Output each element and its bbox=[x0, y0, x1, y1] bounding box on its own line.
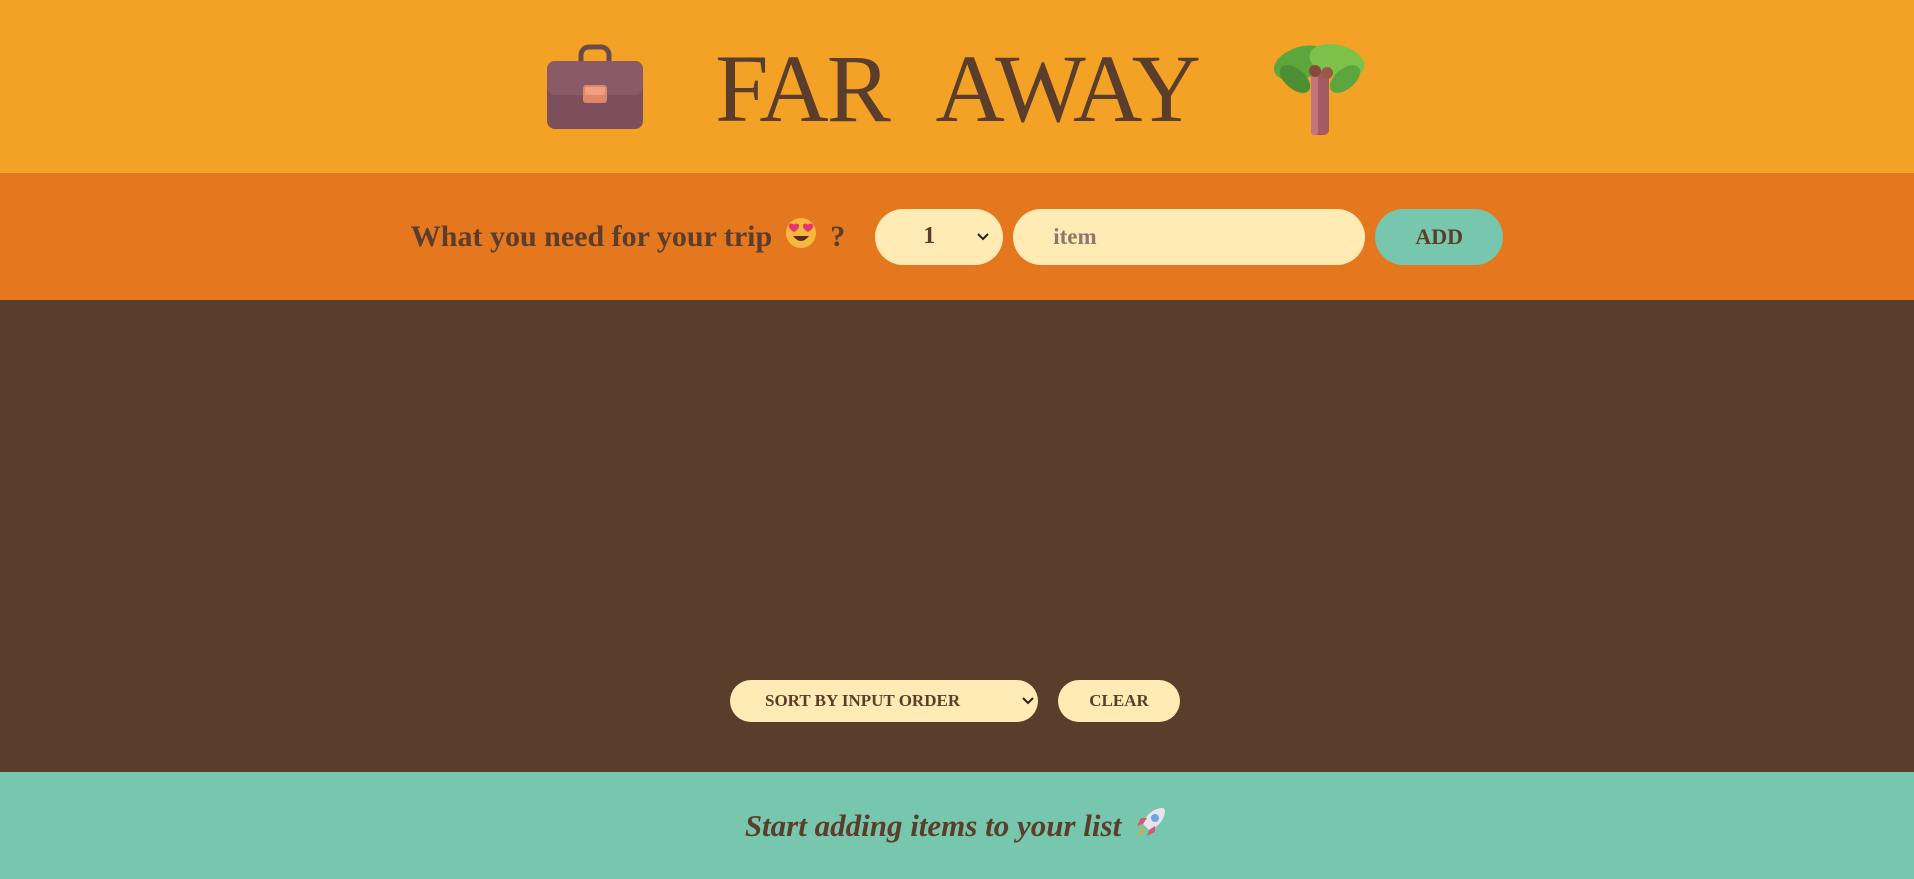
stats-footer: Start adding items to your list bbox=[0, 772, 1914, 879]
add-item-form: What you need for your trip ? 1 ADD bbox=[0, 173, 1914, 300]
quantity-value: 1 bbox=[923, 223, 936, 249]
sort-value: SORT BY INPUT ORDER bbox=[765, 691, 961, 710]
rocket-icon bbox=[1133, 804, 1169, 848]
quantity-select[interactable]: 1 bbox=[875, 208, 1004, 265]
chevron-down-icon bbox=[977, 232, 989, 240]
packing-list: SORT BY INPUT ORDER CLEAR bbox=[0, 300, 1914, 772]
chevron-down-icon bbox=[1022, 697, 1034, 705]
stats-message: Start adding items to your list bbox=[744, 807, 1122, 843]
form-question-text: What you need for your trip bbox=[410, 219, 773, 253]
briefcase-icon bbox=[545, 41, 645, 133]
app-header: FAR AWAY bbox=[0, 0, 1914, 173]
form-question-suffix: ? bbox=[830, 219, 846, 253]
palm-tree-icon bbox=[1269, 41, 1369, 135]
item-input[interactable] bbox=[1013, 208, 1366, 265]
add-button[interactable]: ADD bbox=[1375, 208, 1504, 265]
app: FAR AWAY What you need for your trip ? 1… bbox=[0, 0, 1914, 879]
list-actions: SORT BY INPUT ORDER CLEAR bbox=[730, 680, 1180, 722]
heart-eyes-face-icon bbox=[784, 216, 818, 258]
form-question: What you need for your trip ? bbox=[411, 216, 845, 258]
app-title: FAR AWAY bbox=[715, 34, 1201, 142]
clear-button[interactable]: CLEAR bbox=[1058, 680, 1180, 722]
sort-select[interactable]: SORT BY INPUT ORDER bbox=[730, 680, 1038, 722]
